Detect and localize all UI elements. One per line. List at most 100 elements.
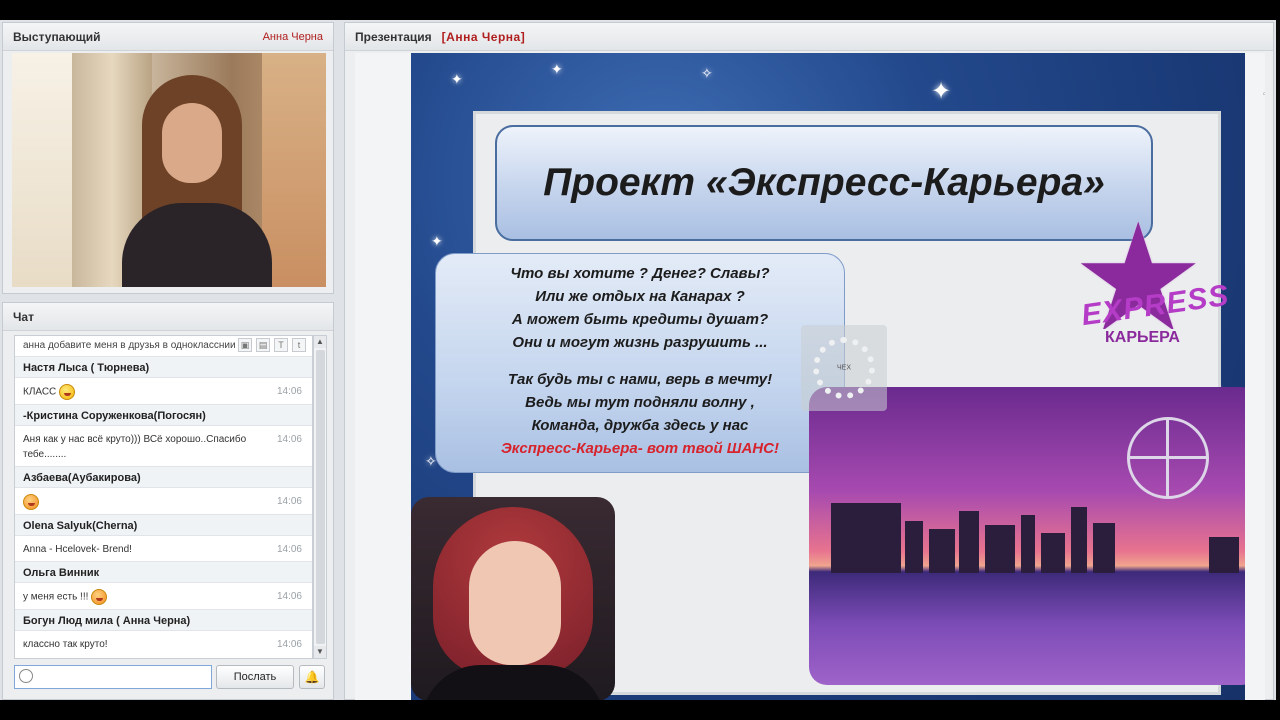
presenter-video[interactable] bbox=[12, 53, 326, 287]
message-time: 14:06 bbox=[276, 544, 302, 555]
top-black-bar bbox=[0, 0, 1280, 20]
portrait-face bbox=[469, 541, 561, 665]
poem-line: Ведь мы тут подняли волну , bbox=[525, 394, 755, 411]
chat-input[interactable] bbox=[14, 665, 212, 689]
slide-title-box: Проект «Экспресс-Карьера» bbox=[495, 125, 1153, 241]
scroll-down-icon[interactable]: ▼ bbox=[314, 646, 326, 658]
logo-karera-text: КАРЬЕРА bbox=[1101, 329, 1184, 347]
presentation-panel-title: Презентация bbox=[355, 29, 432, 44]
message-body: Anna - Hcelovek- Brend! 14:06 bbox=[15, 536, 312, 561]
poem-gap bbox=[446, 354, 834, 368]
copy-icon[interactable]: ▤ bbox=[256, 338, 270, 352]
presenter-panel-title: Выступающий bbox=[13, 29, 101, 44]
scroll-up-icon[interactable]: ▲ bbox=[314, 336, 326, 348]
presentation-panel: Презентация [Анна Черна] ✦ ✦ ✧ ✦ ✦ ✧ ✦ П… bbox=[344, 22, 1274, 701]
panel-splitter[interactable] bbox=[336, 310, 344, 370]
message-body: 14:06 bbox=[15, 488, 312, 514]
message-author: -Кристина Соруженкова(Погосян) bbox=[15, 404, 312, 426]
building bbox=[1093, 523, 1115, 573]
send-button[interactable]: Послать bbox=[216, 665, 294, 689]
chat-toolbar: ▣ ▤ T t bbox=[238, 338, 306, 352]
video-window bbox=[12, 53, 72, 287]
slide-viewport: ✦ ✦ ✧ ✦ ✦ ✧ ✦ Проект «Экспресс-Карьера» … bbox=[355, 53, 1265, 701]
message-author: Богун Люд мила ( Анна Черна) bbox=[15, 609, 312, 631]
presenter-name: Анна Черна bbox=[262, 30, 323, 43]
poem-line: Что вы хотите ? Денег? Славы? bbox=[510, 265, 770, 282]
city-skyline-image bbox=[809, 387, 1245, 685]
message-text: у меня есть !!! bbox=[23, 591, 89, 603]
message-author: Ольга Винник bbox=[15, 561, 312, 583]
chat-message-list[interactable]: анна добавите меня в друзья в одноклассн… bbox=[14, 335, 313, 659]
message-text: Аня как у нас всё круто))) ВСё хорошо..С… bbox=[23, 434, 247, 460]
message-body: Аня как у нас всё круто))) ВСё хорошо..С… bbox=[15, 426, 312, 466]
chat-scrollbar[interactable]: ▲ ▼ bbox=[313, 335, 327, 659]
message-author: Olena Salyuk(Cherna) bbox=[15, 514, 312, 536]
slide-corner-icon[interactable]: ▫ bbox=[1263, 89, 1265, 100]
poem-line: Команда, дружба здесь у нас bbox=[531, 417, 749, 434]
page-edge bbox=[1276, 20, 1280, 700]
star-decoration: ✦ bbox=[431, 233, 443, 249]
star-decoration: ✦ bbox=[451, 71, 463, 87]
laugh-emoji-icon bbox=[59, 384, 76, 400]
message-body: КЛАСС 14:06 bbox=[15, 378, 312, 404]
poem-line: Они и могут жизнь разрушить ... bbox=[512, 334, 768, 351]
presentation-panel-header: Презентация [Анна Черна] bbox=[345, 23, 1273, 51]
text-size-small-icon[interactable]: t bbox=[292, 338, 306, 352]
star-decoration: ✦ bbox=[551, 61, 563, 77]
building bbox=[905, 521, 923, 573]
slide: ✦ ✦ ✧ ✦ ✦ ✧ ✦ Проект «Экспресс-Карьера» … bbox=[411, 53, 1245, 701]
message-text: Anna - Hcelovek- Brend! bbox=[23, 544, 132, 555]
message-author: Настя Лыса ( Тюрнева) bbox=[15, 356, 312, 378]
building bbox=[929, 529, 955, 573]
smile-icon[interactable] bbox=[19, 669, 33, 683]
ferris-wheel bbox=[1127, 417, 1209, 499]
message-text: классно так круто! bbox=[23, 639, 108, 650]
building bbox=[1021, 515, 1035, 573]
building bbox=[985, 525, 1015, 573]
text-size-icon[interactable]: T bbox=[274, 338, 288, 352]
chat-top-text: анна добавите меня в друзья в одноклассн… bbox=[23, 340, 236, 351]
wink-emoji-icon bbox=[91, 589, 108, 605]
message-time: 14:06 bbox=[276, 591, 302, 602]
message-body: у меня есть !!! 14:06 bbox=[15, 583, 312, 609]
message-author: Азбаева(Аубакирова) bbox=[15, 466, 312, 488]
clear-icon[interactable]: ▣ bbox=[238, 338, 252, 352]
express-karera-logo: ★ EXPRESS КАРЬЕРА bbox=[1061, 203, 1241, 363]
message-body: классно так круто! 14:06 bbox=[15, 631, 312, 656]
slide-title: Проект «Экспресс-Карьера» bbox=[543, 161, 1105, 204]
poem-line: А может быть кредиты душат? bbox=[511, 311, 769, 328]
loading-spinner: ЧЕХ bbox=[801, 325, 887, 411]
building bbox=[1071, 507, 1087, 573]
presenter-portrait-image bbox=[411, 497, 615, 701]
video-person-body bbox=[122, 203, 272, 287]
bell-icon[interactable]: 🔔 bbox=[299, 665, 325, 689]
chat-top-line: анна добавите меня в друзья в одноклассн… bbox=[15, 336, 312, 356]
building bbox=[1041, 533, 1065, 573]
poem-line-highlight: Экспресс-Карьера- вот твой ШАНС! bbox=[501, 440, 779, 457]
presenter-panel-header: Выступающий Анна Черна bbox=[3, 23, 333, 51]
chat-scroll-thumb[interactable] bbox=[316, 350, 325, 644]
building bbox=[831, 503, 901, 573]
chat-panel-header: Чат bbox=[3, 303, 333, 331]
star-decoration: ✦ bbox=[931, 78, 952, 105]
spinner-label: ЧЕХ bbox=[836, 364, 852, 372]
webinar-app: Выступающий Анна Черна Чат анна добавите… bbox=[0, 20, 1280, 701]
spinner-ring-icon: ЧЕХ bbox=[813, 337, 875, 399]
message-time: 14:06 bbox=[276, 639, 302, 650]
bottom-black-bar bbox=[0, 700, 1280, 720]
presenter-panel: Выступающий Анна Черна bbox=[2, 22, 334, 294]
message-time: 14:06 bbox=[276, 496, 302, 507]
message-time: 14:06 bbox=[276, 386, 302, 397]
presentation-author: [Анна Черна] bbox=[441, 29, 526, 44]
video-person-face bbox=[162, 103, 222, 183]
poem-line: Или же отдых на Канарах ? bbox=[535, 288, 745, 305]
star-decoration: ✧ bbox=[701, 65, 713, 81]
portrait-shoulder bbox=[421, 665, 605, 701]
kiss-emoji-icon bbox=[23, 494, 39, 510]
chat-panel: Чат анна добавите меня в друзья в однокл… bbox=[2, 302, 334, 700]
video-wall bbox=[262, 53, 326, 287]
building bbox=[959, 511, 979, 573]
message-time: 14:06 bbox=[276, 434, 302, 445]
slide-poem-box: Что вы хотите ? Денег? Славы? Или же отд… bbox=[435, 253, 845, 473]
skyline bbox=[809, 487, 1245, 573]
